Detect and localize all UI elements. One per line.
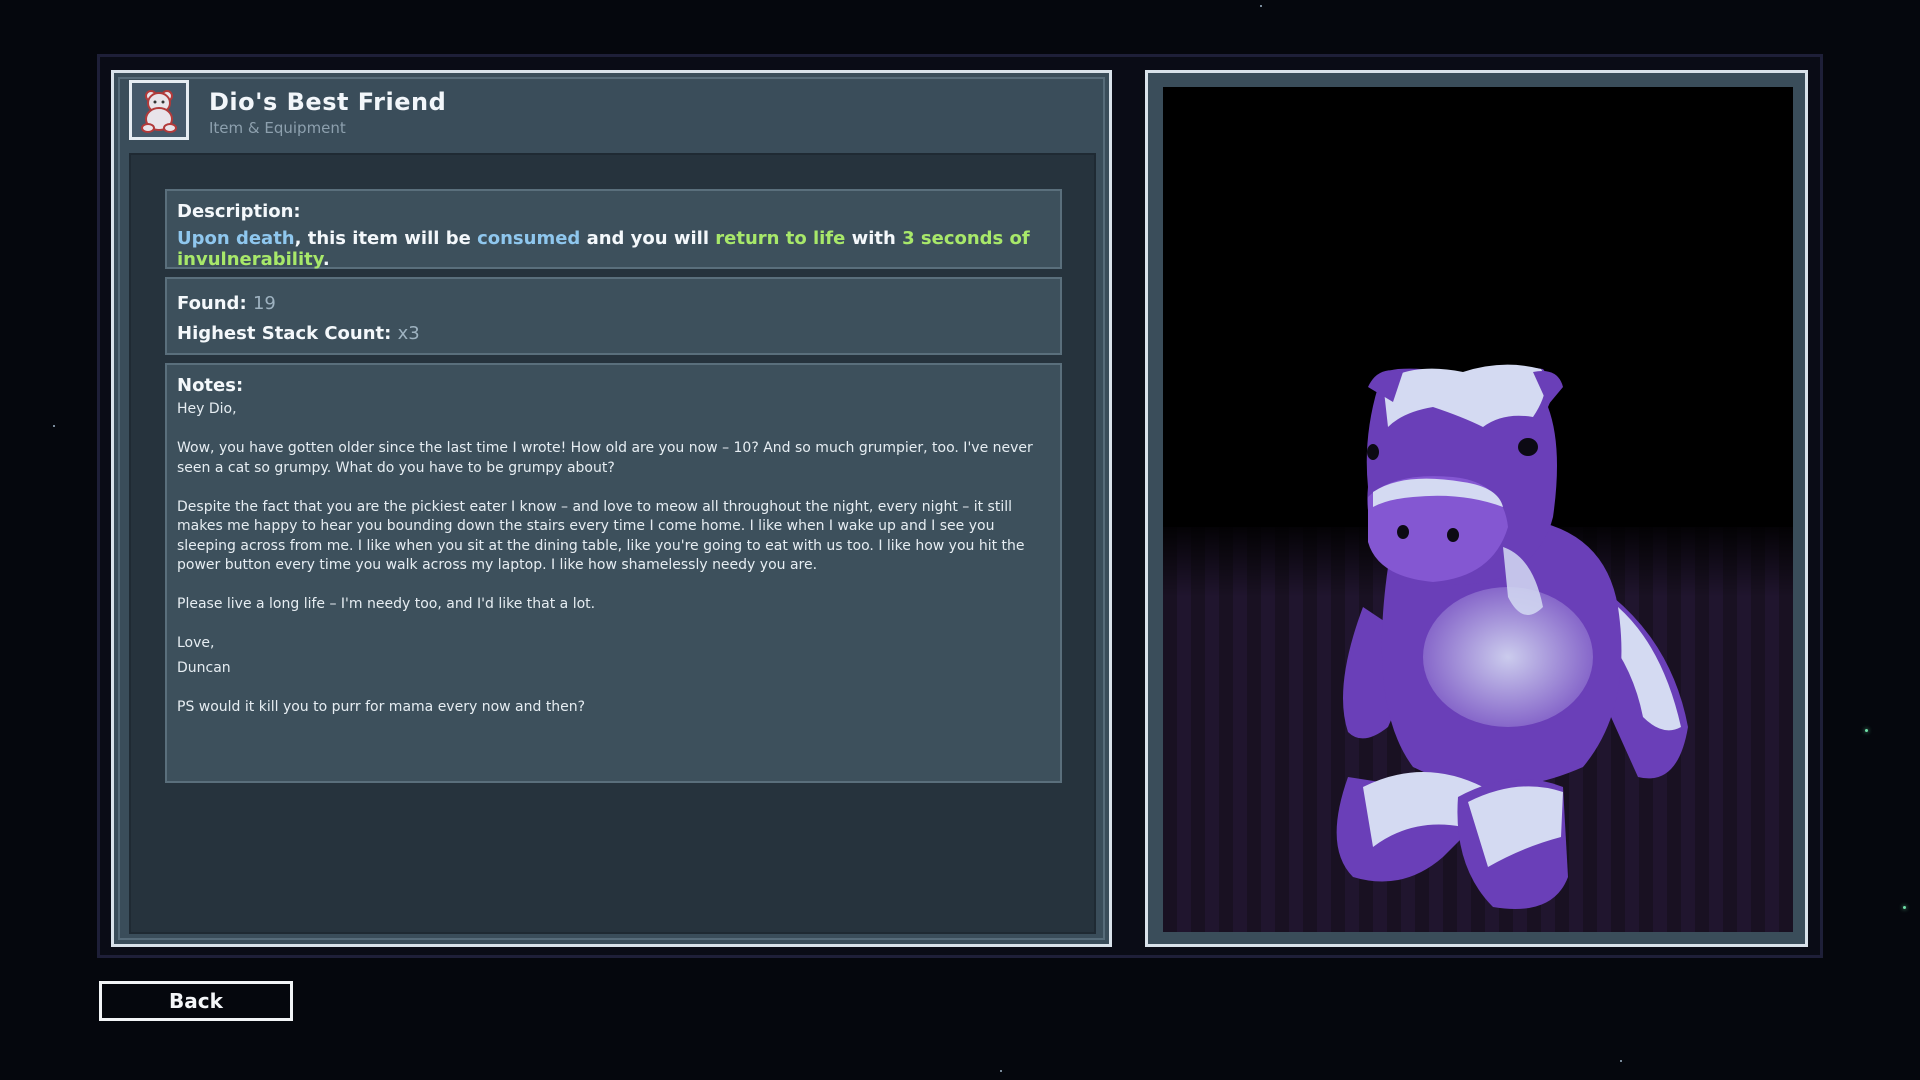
notes-paragraph: Wow, you have gotten older since the las… xyxy=(177,440,1033,476)
item-title: Dio's Best Friend xyxy=(209,88,447,116)
star xyxy=(1260,5,1262,7)
found-label: Found: xyxy=(177,293,247,314)
model-preview-panel xyxy=(1145,70,1808,947)
description-part: Upon death xyxy=(177,228,295,249)
teddy-bear-icon xyxy=(129,80,189,140)
item-category: Item & Equipment xyxy=(209,119,346,137)
star xyxy=(1903,906,1906,909)
notes-paragraph: Despite the fact that you are the pickie… xyxy=(177,498,1025,574)
notes-signature: Duncan xyxy=(177,659,231,676)
description-part: consumed xyxy=(477,228,581,249)
notes-paragraph: Please live a long life – I'm needy too,… xyxy=(177,596,596,612)
stats-box: Found: 19 Highest Stack Count: x3 xyxy=(165,277,1062,355)
description-part: . xyxy=(322,249,330,270)
item-detail-panel: Dio's Best Friend Item & Equipment Descr… xyxy=(111,70,1112,947)
back-button[interactable]: Back xyxy=(99,981,293,1021)
description-text: Upon death, this item will be consumed a… xyxy=(177,228,1050,270)
stack-value: x3 xyxy=(397,323,420,344)
stack-stat: Highest Stack Count: x3 xyxy=(177,319,1050,349)
model-viewport[interactable] xyxy=(1163,87,1793,932)
description-label: Description: xyxy=(177,201,301,222)
star xyxy=(1620,1060,1622,1062)
star xyxy=(1000,1070,1002,1072)
star xyxy=(53,425,55,427)
description-part: with xyxy=(845,228,903,249)
teddy-bear-model[interactable] xyxy=(1163,87,1793,932)
description-box: Description: Upon death, this item will … xyxy=(165,189,1062,270)
notes-ps: PS would it kill you to purr for mama ev… xyxy=(177,698,586,715)
notes-signoff: Love, xyxy=(177,635,215,651)
found-value: 19 xyxy=(252,293,276,314)
star xyxy=(1865,729,1868,732)
description-part: , this item will be xyxy=(294,228,478,249)
found-stat: Found: 19 xyxy=(177,289,1050,319)
notes-greeting: Hey Dio, xyxy=(177,401,237,417)
description-part: return to life xyxy=(715,228,846,249)
notes-box: Notes: Hey Dio, Wow, you have gotten old… xyxy=(165,363,1062,783)
description-part: and you will xyxy=(580,228,716,249)
notes-body: Hey Dio, Wow, you have gotten older sinc… xyxy=(177,400,1050,717)
notes-label: Notes: xyxy=(177,375,244,396)
item-content-area: Description: Upon death, this item will … xyxy=(129,153,1096,934)
stack-label: Highest Stack Count: xyxy=(177,323,392,344)
